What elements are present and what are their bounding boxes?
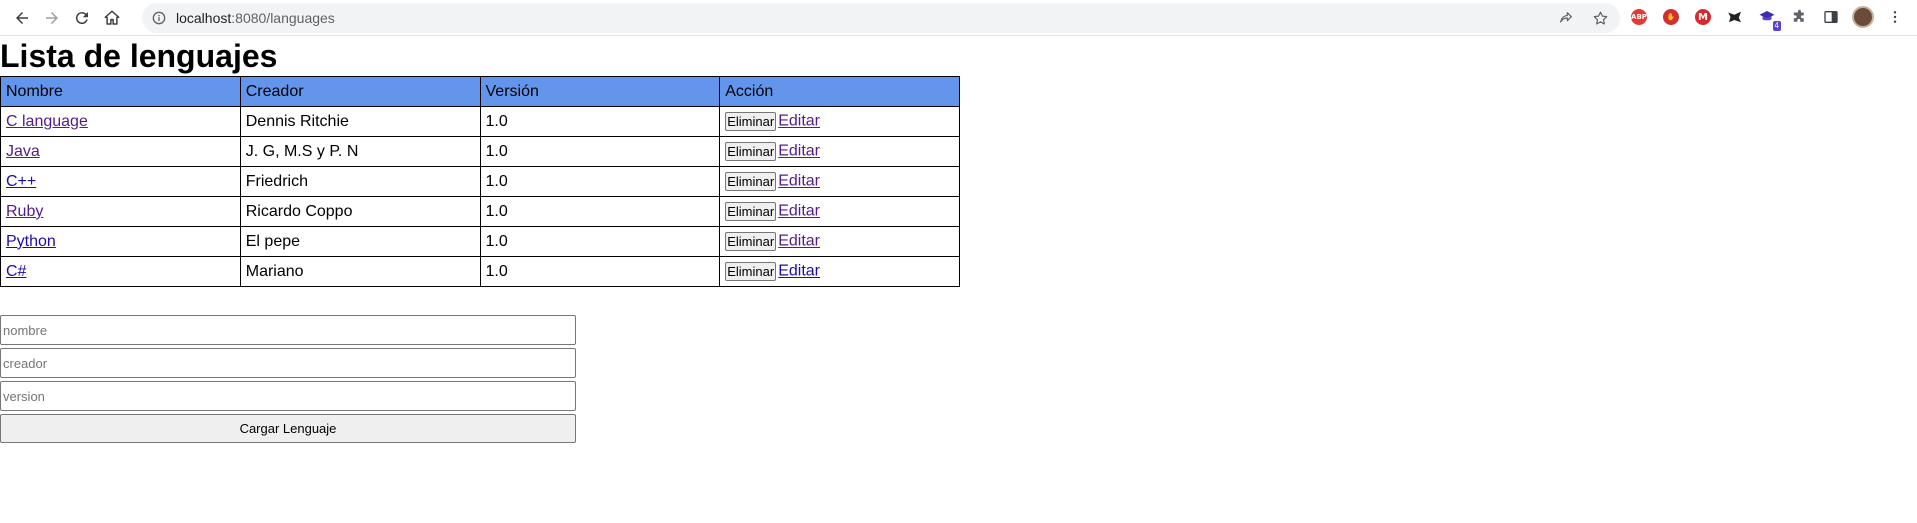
name-cell: Java (0, 136, 241, 167)
url-host: localhost (176, 10, 232, 26)
header-creador: Creador (239, 76, 481, 107)
header-accion: Acción (719, 76, 960, 107)
adblock-plus-icon[interactable]: ABP (1628, 6, 1650, 28)
language-link[interactable]: C# (6, 263, 26, 280)
bookmark-star-icon[interactable] (1590, 8, 1610, 28)
graduation-extension-icon[interactable]: 4 (1756, 6, 1781, 31)
delete-button[interactable]: Eliminar (725, 232, 777, 251)
creator-cell: El pepe (239, 226, 481, 257)
creator-cell: Dennis Ritchie (239, 106, 481, 137)
languages-table: Nombre Creador Versión Acción C language… (0, 76, 960, 287)
table-row: Ruby Ricardo Coppo 1.0 Eliminar Editar (0, 196, 960, 227)
table-row: Java J. G, M.S y P. N 1.0 Eliminar Editar (0, 136, 960, 167)
table-row: Python El pepe 1.0 Eliminar Editar (0, 226, 960, 257)
page-title: Lista de lenguajes (0, 38, 278, 74)
creator-input[interactable] (0, 348, 576, 378)
edit-link[interactable]: Editar (778, 203, 820, 220)
delete-button[interactable]: Eliminar (725, 172, 777, 191)
delete-button[interactable]: Eliminar (725, 202, 777, 221)
edit-link[interactable]: Editar (778, 263, 820, 280)
side-panel-icon[interactable] (1820, 6, 1842, 28)
name-input[interactable] (0, 315, 576, 345)
action-cell: Eliminar Editar (719, 256, 960, 287)
creator-cell: Ricardo Coppo (239, 196, 481, 227)
home-button[interactable] (98, 4, 126, 32)
extensions-bar: ABP ✋ M 4 (1628, 6, 1906, 31)
action-cell: Eliminar Editar (719, 226, 960, 257)
forward-button[interactable] (38, 4, 66, 32)
header-version: Versión (479, 76, 721, 107)
name-cell: C# (0, 256, 241, 287)
action-cell: Eliminar Editar (719, 166, 960, 197)
ninja-extension-icon[interactable] (1724, 6, 1746, 28)
mega-icon[interactable]: M (1692, 6, 1714, 28)
language-link[interactable]: Python (6, 233, 56, 250)
reload-icon (75, 11, 88, 24)
hand-stop-icon[interactable]: ✋ (1660, 6, 1682, 28)
omnibox-actions (1556, 8, 1610, 28)
delete-button[interactable]: Eliminar (725, 112, 777, 131)
table-row: C# Mariano 1.0 Eliminar Editar (0, 256, 960, 287)
action-cell: Eliminar Editar (719, 106, 960, 137)
language-link[interactable]: Ruby (6, 203, 43, 220)
creator-cell: Mariano (239, 256, 481, 287)
edit-link[interactable]: Editar (778, 173, 820, 190)
site-info-icon[interactable] (150, 9, 168, 27)
version-input[interactable] (0, 381, 576, 411)
home-icon (104, 10, 120, 25)
language-link[interactable]: Java (6, 143, 40, 160)
arrow-right-icon (46, 11, 58, 24)
edit-link[interactable]: Editar (778, 143, 820, 160)
header-nombre: Nombre (0, 76, 241, 107)
submit-language-button[interactable]: Cargar Lenguaje (0, 414, 576, 443)
name-cell: Python (0, 226, 241, 257)
creator-cell: J. G, M.S y P. N (239, 136, 481, 167)
name-cell: Ruby (0, 196, 241, 227)
edit-link[interactable]: Editar (778, 233, 820, 250)
back-button[interactable] (8, 4, 36, 32)
browser-toolbar: localhost:8080/languages ABP ✋ M 4 (0, 0, 1917, 36)
address-bar[interactable]: localhost:8080/languages (142, 3, 1620, 33)
share-icon[interactable] (1556, 8, 1576, 28)
version-cell: 1.0 (479, 136, 721, 167)
action-cell: Eliminar Editar (719, 196, 960, 227)
puzzle-icon[interactable] (1788, 6, 1810, 28)
extension-badge: 4 (1772, 21, 1781, 31)
name-cell: C++ (0, 166, 241, 197)
profile-avatar[interactable] (1852, 6, 1874, 28)
reload-button[interactable] (68, 4, 96, 32)
abp-label: ABP (1631, 9, 1647, 25)
table-header-row: Nombre Creador Versión Acción (0, 76, 960, 107)
table-row: C++ Friedrich 1.0 Eliminar Editar (0, 166, 960, 197)
name-cell: C language (0, 106, 241, 137)
table-row: C language Dennis Ritchie 1.0 Eliminar Ed… (0, 106, 960, 137)
delete-button[interactable]: Eliminar (725, 142, 777, 161)
action-cell: Eliminar Editar (719, 136, 960, 167)
url-path: :8080/languages (231, 10, 335, 26)
arrow-left-icon (16, 11, 28, 24)
version-cell: 1.0 (479, 166, 721, 197)
url-text[interactable]: localhost:8080/languages (176, 10, 335, 26)
creator-cell: Friedrich (239, 166, 481, 197)
language-link[interactable]: C++ (6, 173, 36, 190)
kebab-menu-icon[interactable] (1884, 6, 1906, 28)
delete-button[interactable]: Eliminar (725, 262, 777, 281)
language-link[interactable]: C language (6, 113, 88, 130)
page-content: Lista de lenguajes Nombre Creador Versió… (0, 36, 1917, 443)
add-language-form: Cargar Lenguaje (0, 315, 576, 443)
edit-link[interactable]: Editar (778, 113, 820, 130)
version-cell: 1.0 (479, 256, 721, 287)
version-cell: 1.0 (479, 106, 721, 137)
version-cell: 1.0 (479, 196, 721, 227)
version-cell: 1.0 (479, 226, 721, 257)
